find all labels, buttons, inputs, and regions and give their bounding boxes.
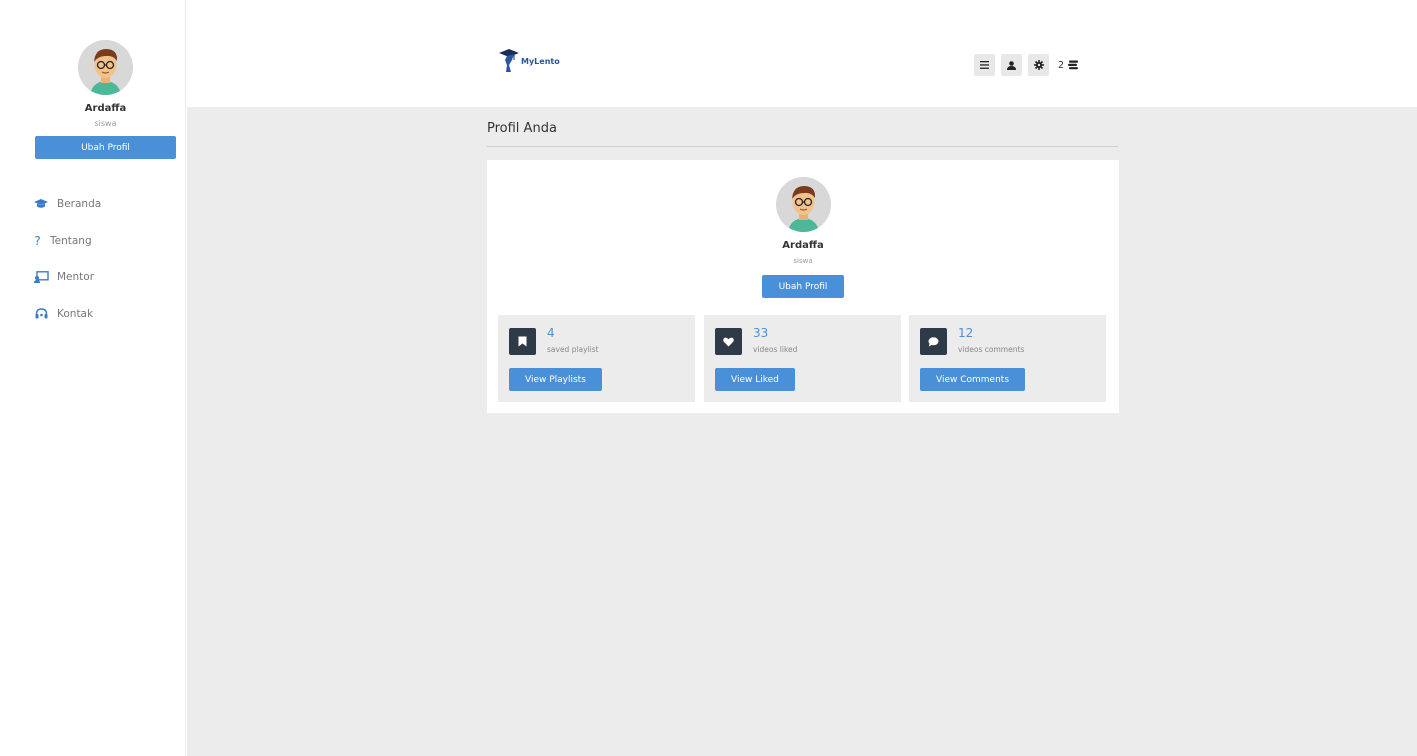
edit-profile-button[interactable]: Ubah Profil xyxy=(762,275,844,298)
sidebar-item-label: Mentor xyxy=(57,271,95,284)
sidebar-user-role: siswa xyxy=(94,119,117,128)
question-icon: ? xyxy=(34,233,41,248)
sidebar-item-label: Kontak xyxy=(57,307,94,320)
stat-card-liked: 33 videos liked View Liked xyxy=(704,315,901,402)
stat-card-comments: 12 videos comments View Comments xyxy=(909,315,1106,402)
stat-label: saved playlist xyxy=(547,345,599,354)
sidebar-item-mentor[interactable]: Mentor xyxy=(33,259,101,296)
page-title: Profil Anda xyxy=(487,121,557,136)
sidebar-item-label: Tentang xyxy=(50,234,92,247)
stat-value: 12 xyxy=(958,326,974,340)
logo-text: MyLento xyxy=(521,56,560,66)
balance-count: 2 xyxy=(1058,59,1065,71)
logo[interactable]: MyLento xyxy=(499,48,560,74)
profile-card: Ardaffa siswa Ubah Profil 4 saved playli… xyxy=(487,160,1119,413)
sidebar-nav: Beranda ? Tentang Mentor Kontak xyxy=(33,186,101,332)
comment-icon xyxy=(920,328,947,355)
heart-icon xyxy=(715,328,742,355)
stat-value: 4 xyxy=(547,326,555,340)
view-liked-button[interactable]: View Liked xyxy=(715,368,795,391)
divider xyxy=(487,146,1118,147)
avatar xyxy=(776,177,831,232)
sidebar-item-beranda[interactable]: Beranda xyxy=(33,186,101,223)
view-comments-button[interactable]: View Comments xyxy=(920,368,1026,391)
sidebar-item-label: Beranda xyxy=(57,198,102,211)
profile-role: siswa xyxy=(793,257,813,265)
sidebar-item-kontak[interactable]: Kontak xyxy=(33,296,101,333)
graduation-cap-icon xyxy=(33,196,49,212)
balance-counter[interactable]: 2 xyxy=(1058,60,1079,71)
sidebar: Ardaffa siswa Ubah Profil Beranda ? Tent… xyxy=(0,0,186,756)
sidebar-user-name: Ardaffa xyxy=(84,103,127,114)
stat-value: 33 xyxy=(753,326,769,340)
user-icon[interactable] xyxy=(1001,54,1022,76)
menu-icon[interactable] xyxy=(974,54,995,76)
stat-card-playlists: 4 saved playlist View Playlists xyxy=(498,315,695,402)
main-content: Profil Anda Ardaffa siswa Ubah Profil 4 xyxy=(187,107,1417,756)
logo-icon xyxy=(499,49,519,72)
bookmark-icon xyxy=(509,328,536,355)
top-header: MyLento 2 xyxy=(187,24,1417,107)
sidebar-edit-profile-button[interactable]: Ubah Profil xyxy=(35,136,176,159)
view-playlists-button[interactable]: View Playlists xyxy=(509,368,602,391)
stat-label: videos comments xyxy=(958,345,1025,354)
sidebar-item-tentang[interactable]: ? Tentang xyxy=(33,223,101,260)
gear-icon[interactable] xyxy=(1028,54,1049,76)
coins-icon xyxy=(1068,60,1079,70)
avatar xyxy=(78,40,133,95)
headset-icon xyxy=(33,306,49,322)
chalkboard-teacher-icon xyxy=(33,269,49,285)
profile-name: Ardaffa xyxy=(782,240,824,251)
header-toolbar: 2 xyxy=(974,54,1079,76)
stat-label: videos liked xyxy=(753,345,798,354)
